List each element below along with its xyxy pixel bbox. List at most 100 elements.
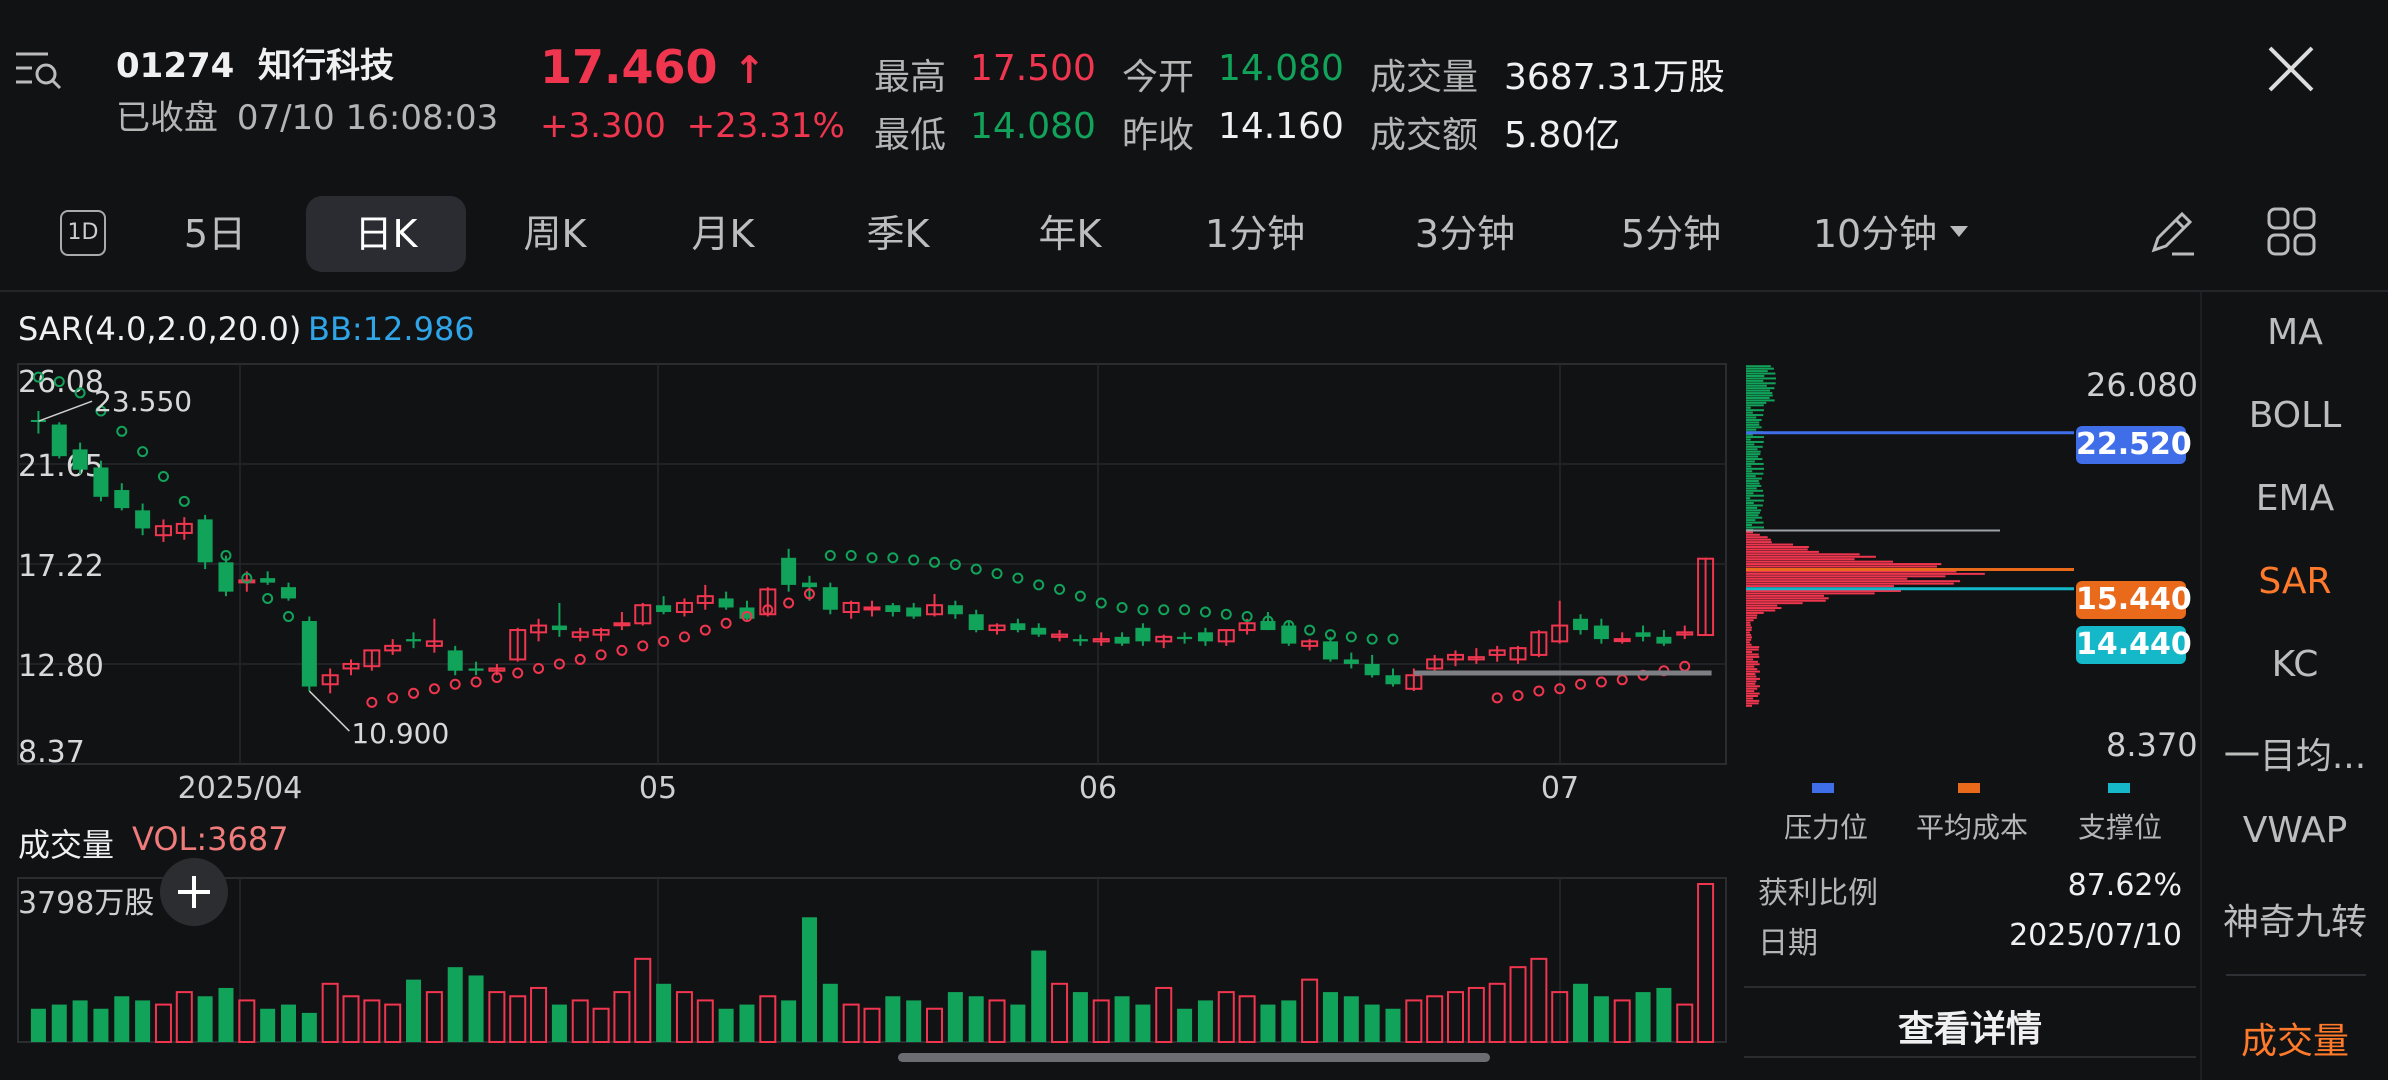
avg-cost-legend: 平均成本 bbox=[1916, 811, 2029, 844]
volume-scale-label: 3798万股 bbox=[18, 886, 155, 921]
menu-item-3[interactable]: EMA bbox=[2215, 478, 2375, 519]
chip-bar bbox=[1746, 379, 1764, 382]
tab-1d[interactable]: 1D bbox=[60, 210, 106, 256]
sar-dot bbox=[512, 667, 524, 679]
menu-item-8[interactable]: 神奇九转 bbox=[2215, 893, 2375, 945]
status-time: 07/10 16:08:03 bbox=[236, 98, 499, 138]
chip-bar bbox=[1746, 558, 1855, 561]
chip-bar bbox=[1746, 629, 1752, 632]
chip-bar bbox=[1746, 460, 1755, 463]
chip-bar bbox=[1746, 455, 1759, 458]
chip-bar bbox=[1746, 492, 1754, 495]
chip-bar bbox=[1746, 477, 1762, 480]
volume-bar bbox=[509, 995, 527, 1044]
sar-dot bbox=[1575, 678, 1587, 690]
menu-item-2[interactable]: BOLL bbox=[2215, 395, 2375, 436]
chip-bar bbox=[1746, 545, 1809, 548]
candlestick-chart[interactable]: 26.0821.6517.2212.808.372025/04 05 06 0723.… bbox=[0, 360, 1740, 800]
volume-bar bbox=[238, 999, 256, 1043]
tab-4[interactable]: 月K bbox=[668, 196, 778, 272]
chip-bar bbox=[1746, 690, 1755, 693]
tab-1[interactable]: 5日 bbox=[170, 196, 260, 272]
volume-bar bbox=[1217, 991, 1235, 1043]
chip-bar bbox=[1746, 426, 1762, 429]
draw-pen-icon[interactable] bbox=[2146, 206, 2198, 258]
chip-bar bbox=[1746, 470, 1753, 473]
volume-bar bbox=[675, 991, 693, 1043]
sar-dot bbox=[1074, 590, 1086, 602]
candle-body bbox=[135, 510, 151, 529]
menu-item-volume[interactable]: 成交量 bbox=[2215, 1012, 2375, 1064]
tab-3[interactable]: 周K bbox=[500, 196, 610, 272]
chip-bar bbox=[1746, 401, 1767, 404]
candle-body bbox=[1635, 632, 1651, 637]
volume-chart[interactable] bbox=[0, 876, 1740, 1046]
volume-bar bbox=[1031, 950, 1047, 1042]
chip-bar bbox=[1746, 651, 1753, 654]
tab-7[interactable]: 1分钟 bbox=[1180, 196, 1330, 272]
low-label: 最低 bbox=[874, 115, 947, 156]
candle-body bbox=[968, 614, 984, 631]
candle-body bbox=[1135, 627, 1151, 642]
chip-bar bbox=[1746, 553, 1860, 556]
tab-2[interactable]: 日K bbox=[306, 196, 466, 272]
chip-bar bbox=[1746, 394, 1773, 397]
sar-dot bbox=[720, 617, 732, 629]
menu-search-icon[interactable] bbox=[14, 48, 64, 92]
dropdown-caret-icon[interactable] bbox=[1950, 226, 1968, 237]
tab-6[interactable]: 年K bbox=[1010, 196, 1130, 272]
volume-bar bbox=[634, 957, 652, 1043]
view-details-button[interactable]: 查看详情 bbox=[1744, 1000, 2196, 1052]
x-tick-label: 06 bbox=[1079, 771, 1117, 800]
chip-bar bbox=[1746, 377, 1776, 380]
volume-label: 成交量 bbox=[1370, 57, 1479, 98]
volume-bar bbox=[468, 975, 484, 1042]
horizontal-scrollbar[interactable] bbox=[898, 1053, 1490, 1062]
chip-bar bbox=[1746, 445, 1763, 448]
support-price-label: 14.440 bbox=[2076, 626, 2192, 664]
chip-bar bbox=[1746, 399, 1775, 402]
tab-5[interactable]: 季K bbox=[838, 196, 958, 272]
divider bbox=[1744, 986, 2196, 988]
chip-bar bbox=[1746, 367, 1774, 370]
volume-bar bbox=[947, 992, 963, 1042]
menu-item-4[interactable]: SAR bbox=[2215, 561, 2375, 602]
chip-bar bbox=[1746, 560, 1894, 563]
chip-bar bbox=[1746, 514, 1759, 517]
y-tick-label: 17.22 bbox=[18, 549, 104, 584]
volume-bar bbox=[342, 995, 360, 1044]
volume-bar bbox=[30, 1008, 46, 1042]
chip-bar bbox=[1746, 453, 1761, 456]
tab-10[interactable]: 10分钟 bbox=[1800, 196, 1950, 272]
volume-bar bbox=[613, 991, 631, 1043]
volume-bar bbox=[197, 996, 213, 1042]
amount-label: 成交额 bbox=[1370, 115, 1479, 156]
menu-item-5[interactable]: KC bbox=[2215, 644, 2375, 685]
chip-bar bbox=[1746, 685, 1760, 688]
tab-9[interactable]: 5分钟 bbox=[1596, 196, 1746, 272]
chip-bar bbox=[1746, 543, 1794, 546]
menu-item-7[interactable]: VWAP bbox=[2215, 810, 2375, 851]
menu-item-1[interactable]: MA bbox=[2215, 312, 2375, 353]
volume-bar bbox=[1177, 1008, 1193, 1042]
sar-dot bbox=[1387, 633, 1399, 645]
volume-bar bbox=[1593, 996, 1609, 1042]
candle-body bbox=[1114, 636, 1130, 644]
market-status: 已收盘 07/10 16:08:03 bbox=[116, 90, 498, 139]
tab-8[interactable]: 3分钟 bbox=[1390, 196, 1540, 272]
up-arrow-icon: ↑ bbox=[733, 48, 766, 92]
sar-dot bbox=[1616, 674, 1628, 686]
menu-item-6[interactable]: 一目均... bbox=[2215, 727, 2375, 779]
volume-bar bbox=[1155, 986, 1173, 1043]
sar-dot bbox=[637, 640, 649, 652]
close-icon[interactable] bbox=[2266, 44, 2316, 94]
change-pct: +23.31% bbox=[686, 106, 845, 146]
chip-bar bbox=[1746, 609, 1776, 612]
volume-bar bbox=[1364, 1004, 1380, 1042]
add-indicator-button[interactable] bbox=[160, 858, 228, 926]
volume-bar bbox=[51, 1004, 67, 1042]
last-price: 17.460 ↑ bbox=[540, 40, 765, 94]
chip-bar bbox=[1746, 382, 1776, 385]
chip-bar bbox=[1746, 582, 1954, 585]
grid-layout-icon[interactable] bbox=[2266, 206, 2318, 258]
